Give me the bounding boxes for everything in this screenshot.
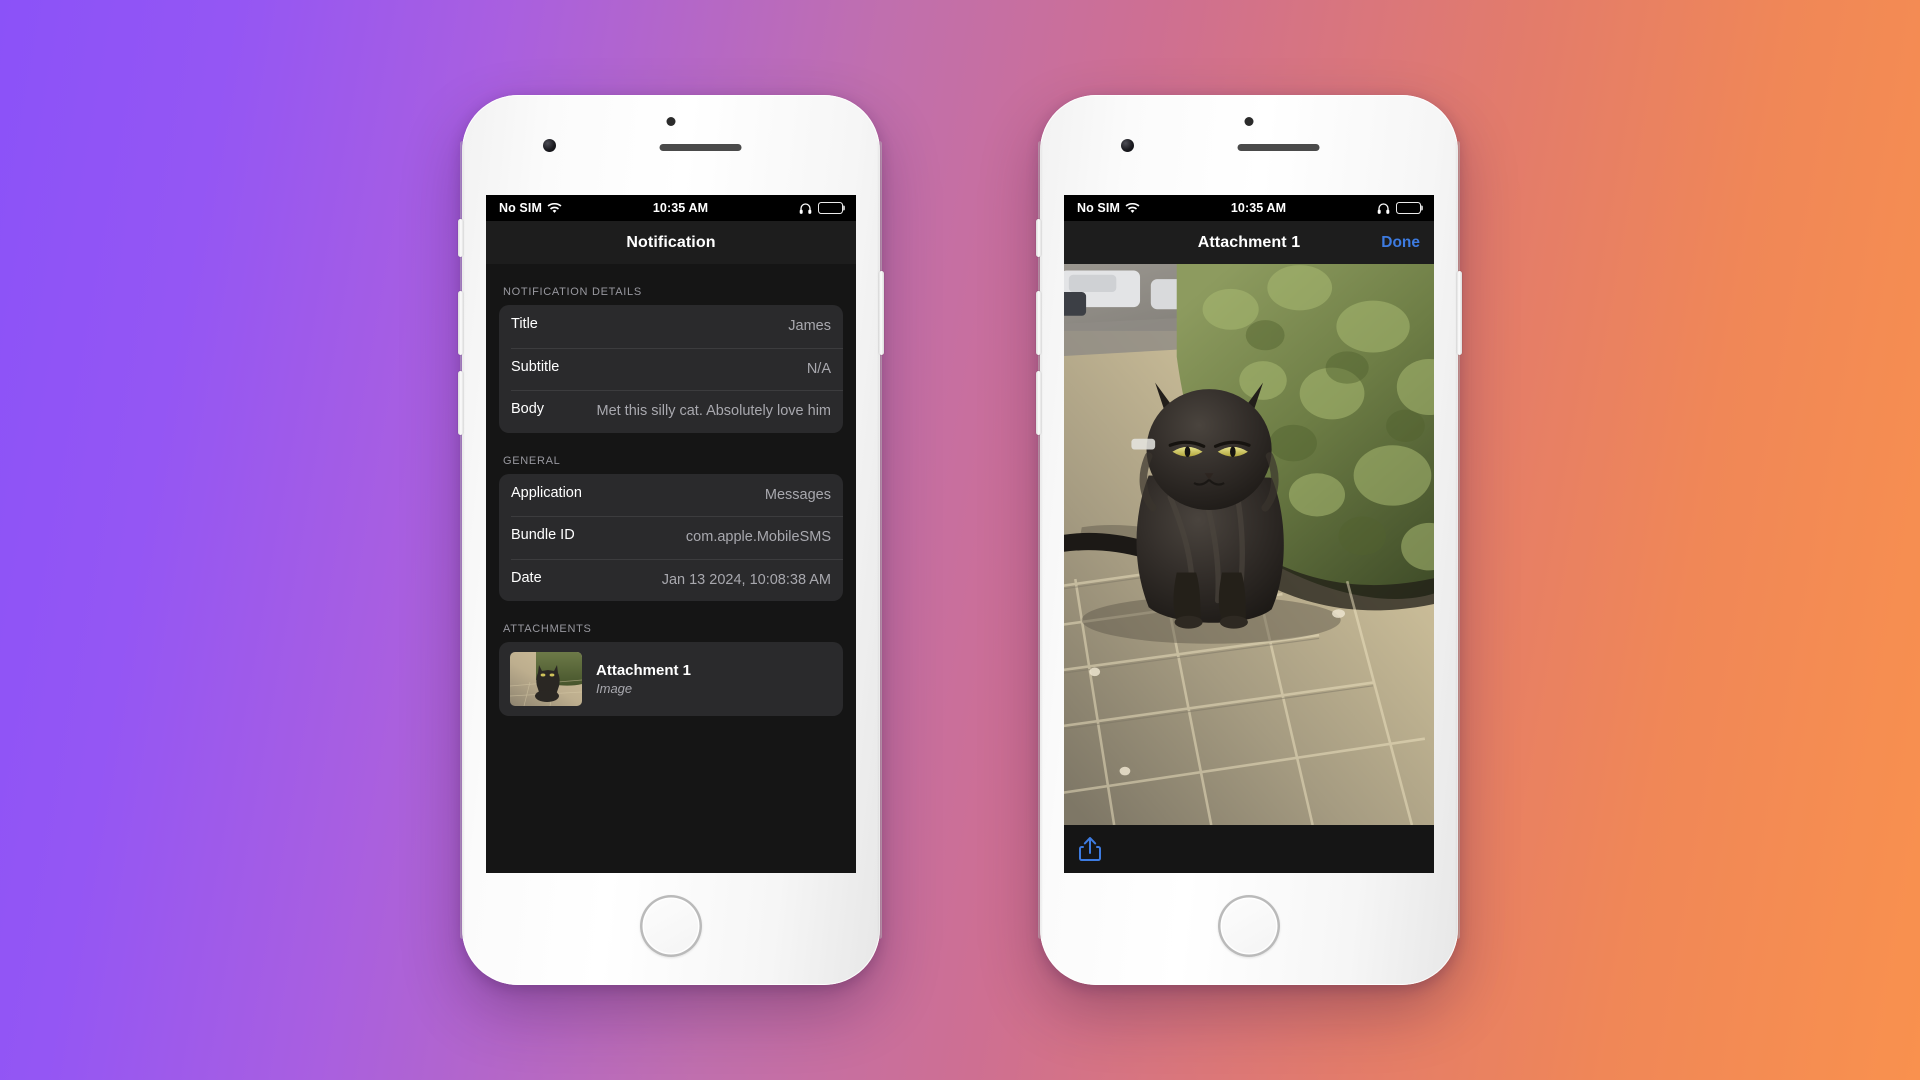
wifi-icon: [547, 202, 562, 214]
front-camera-icon: [1121, 139, 1134, 152]
volume-down-button[interactable]: [1036, 371, 1041, 435]
attachment-texts: Attachment 1 Image: [596, 662, 691, 696]
proximity-sensor-icon: [666, 117, 676, 126]
table-row[interactable]: Body Met this silly cat. Absolutely love…: [499, 390, 843, 433]
section-header-attachments: ATTACHMENTS: [503, 623, 592, 636]
cat-photo: [1064, 264, 1434, 825]
headphone-icon: [799, 202, 812, 215]
table-row[interactable]: Bundle ID com.apple.MobileSMS: [499, 516, 843, 559]
proximity-sensor-icon: [1244, 117, 1254, 126]
section-header-notification-details: NOTIFICATION DETAILS: [503, 286, 642, 298]
row-value: N/A: [806, 360, 831, 377]
row-label: Body: [511, 401, 545, 418]
row-label: Application: [511, 484, 582, 501]
table-row[interactable]: Date Jan 13 2024, 10:08:38 AM: [499, 558, 843, 602]
phone-screen-left: No SIM 10:35 AM Notification NOTIFICATIO…: [486, 195, 856, 873]
earpiece-speaker-icon: [1237, 144, 1320, 151]
home-button[interactable]: [640, 895, 702, 957]
row-label: Bundle ID: [511, 527, 575, 544]
phone-device-right: No SIM 10:35 AM Attachment 1 Done: [1036, 95, 1462, 985]
page-title: Notification: [626, 233, 716, 251]
wallpaper-background: No SIM 10:35 AM Notification NOTIFICATIO…: [0, 0, 1920, 1080]
phone-device-left: No SIM 10:35 AM Notification NOTIFICATIO…: [458, 95, 884, 985]
row-value: James: [788, 318, 831, 334]
status-bar-clock: 10:35 AM: [1230, 201, 1287, 215]
group-attachments: Attachment 1 Image: [499, 642, 843, 717]
volume-down-button[interactable]: [458, 371, 463, 435]
silent-switch-button[interactable]: [1036, 219, 1041, 257]
attachment-viewer: [1064, 264, 1434, 873]
notification-detail-list[interactable]: NOTIFICATION DETAILS Title James Subtitl…: [486, 264, 856, 873]
navigation-bar: Attachment 1 Done: [1064, 221, 1434, 264]
phone-edge-left: [1038, 141, 1043, 939]
row-label: Date: [511, 569, 542, 586]
row-label: Title: [511, 316, 538, 332]
status-bar-left: No SIM: [1077, 201, 1140, 215]
phone-screen-right: No SIM 10:35 AM Attachment 1 Done: [1064, 195, 1434, 873]
viewer-toolbar: [1064, 825, 1434, 873]
silent-switch-button[interactable]: [458, 219, 463, 257]
list-item[interactable]: Attachment 1 Image: [499, 642, 843, 716]
carrier-label: No SIM: [499, 201, 542, 215]
status-bar-right: [799, 202, 843, 215]
row-value: Messages: [764, 486, 831, 503]
row-value: Met this silly cat. Absolutely love him: [596, 403, 831, 420]
table-row[interactable]: Application Messages: [499, 474, 843, 517]
carrier-label: No SIM: [1077, 201, 1120, 215]
battery-icon: [818, 202, 843, 214]
attachment-subtitle: Image: [596, 681, 633, 697]
attachment-image-container[interactable]: [1064, 264, 1434, 825]
phone-edge-right: [877, 141, 882, 939]
page-title: Attachment 1: [1197, 233, 1301, 251]
volume-up-button[interactable]: [458, 291, 463, 355]
status-bar-left: No SIM: [499, 201, 562, 215]
home-button[interactable]: [1218, 895, 1280, 957]
headphone-icon: [1377, 202, 1390, 215]
group-general: Application Messages Bundle ID com.apple…: [499, 473, 843, 602]
section-header-general: GENERAL: [503, 454, 561, 467]
status-bar: No SIM 10:35 AM: [1064, 195, 1434, 221]
group-notification-details: Title James Subtitle N/A Body Met this s…: [499, 305, 843, 433]
row-value: Jan 13 2024, 10:08:38 AM: [661, 571, 831, 588]
power-button[interactable]: [879, 271, 884, 355]
share-icon[interactable]: [1079, 836, 1101, 862]
phone-edge-right: [1455, 141, 1460, 939]
cat-photo-thumbnail: [510, 652, 582, 707]
row-label: Subtitle: [511, 358, 560, 375]
status-bar-right: [1377, 202, 1421, 215]
attachment-title: Attachment 1: [596, 662, 692, 680]
earpiece-speaker-icon: [659, 144, 742, 151]
volume-up-button[interactable]: [1036, 291, 1041, 355]
front-camera-icon: [543, 139, 556, 152]
wifi-icon: [1125, 202, 1140, 214]
done-button[interactable]: Done: [1381, 234, 1420, 252]
table-row[interactable]: Subtitle N/A: [499, 347, 843, 391]
status-bar: No SIM 10:35 AM: [486, 195, 856, 221]
table-row[interactable]: Title James: [499, 305, 843, 348]
power-button[interactable]: [1457, 271, 1462, 355]
navigation-bar: Notification: [486, 221, 856, 264]
battery-icon: [1396, 202, 1421, 214]
row-value: com.apple.MobileSMS: [685, 529, 831, 546]
phone-edge-left: [460, 141, 465, 939]
status-bar-clock: 10:35 AM: [652, 201, 709, 215]
